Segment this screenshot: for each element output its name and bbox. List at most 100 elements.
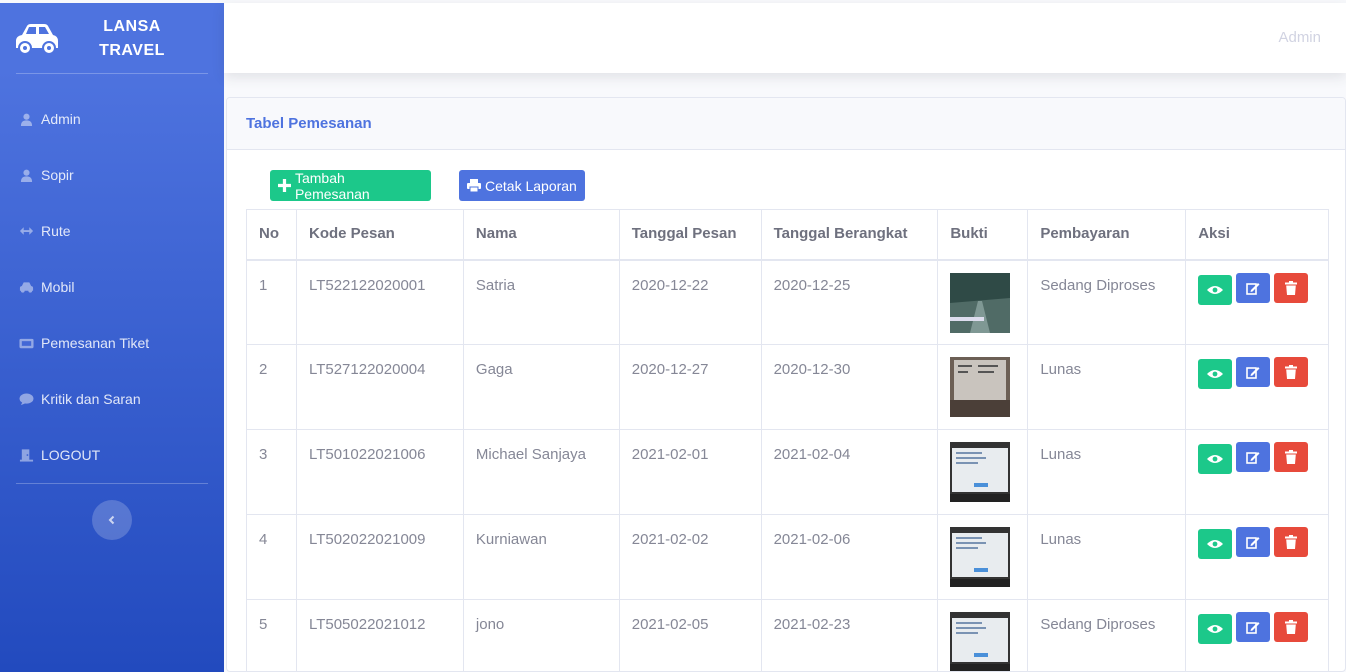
view-button[interactable] — [1198, 529, 1233, 559]
sidebar-item-mobil[interactable]: Mobil — [18, 275, 74, 299]
cell-no: 1 — [246, 259, 297, 345]
ticket-icon — [18, 336, 34, 350]
eye-icon — [1207, 285, 1224, 294]
payment-proof-thumbnail[interactable] — [950, 527, 1011, 587]
cell-bukti — [937, 344, 1029, 430]
sidebar-item-pemesanan-tiket[interactable]: Pemesanan Tiket — [18, 331, 149, 355]
delete-button[interactable] — [1274, 272, 1309, 303]
payment-proof-thumbnail[interactable] — [950, 612, 1011, 672]
column-header[interactable]: Tanggal Pesan — [618, 209, 762, 261]
cell-tanggal-pesan: 2021-02-02 — [618, 514, 762, 600]
cell-nama: Michael Sanjaya — [462, 429, 620, 515]
cell-tanggal-pesan: 2020-12-27 — [618, 344, 762, 430]
cell-nama: Satria — [462, 259, 620, 345]
cell-pembayaran: Sedang Diproses — [1027, 599, 1187, 671]
edit-icon — [1246, 537, 1260, 549]
cell-pembayaran: Lunas — [1027, 344, 1187, 430]
edit-button[interactable] — [1236, 272, 1271, 303]
add-booking-button[interactable]: Tambah Pemesanan — [270, 170, 431, 202]
cell-nama: Gaga — [462, 344, 620, 430]
eye-icon — [1207, 455, 1224, 463]
sidebar-item-sopir[interactable]: Sopir — [18, 163, 74, 187]
eye-icon — [1207, 370, 1224, 378]
sidebar-item-label: Kritik dan Saran — [41, 391, 141, 407]
delete-button[interactable] — [1274, 527, 1309, 557]
column-header[interactable]: No — [246, 209, 297, 261]
bookings-card: Tabel Pemesanan Tambah Pemesanan Cetak L… — [226, 97, 1346, 672]
cell-aksi — [1185, 429, 1329, 515]
sidebar-item-label: Rute — [41, 223, 71, 239]
sidebar: LANSA TRAVEL Admin Sopir Rute Mobil Peme… — [0, 3, 224, 672]
user-icon — [18, 112, 34, 126]
edit-button[interactable] — [1236, 442, 1271, 472]
card-title: Tabel Pemesanan — [246, 115, 372, 132]
column-header[interactable]: Aksi — [1185, 209, 1329, 261]
cell-kode: LT505022021012 — [295, 599, 464, 671]
door-icon — [18, 448, 34, 462]
brand-line-2: TRAVEL — [99, 42, 165, 59]
sidebar-item-logout[interactable]: LOGOUT — [18, 443, 100, 467]
view-button[interactable] — [1198, 359, 1233, 389]
sidebar-item-label: Pemesanan Tiket — [41, 335, 150, 351]
edit-button[interactable] — [1236, 357, 1271, 387]
edit-button[interactable] — [1236, 527, 1271, 557]
bookings-table: No Kode Pesan Nama Tanggal Pesan Tanggal… — [246, 209, 1329, 672]
sidebar-item-label: Sopir — [41, 167, 74, 183]
delete-button[interactable] — [1274, 442, 1309, 472]
cell-tanggal-pesan: 2020-12-22 — [618, 259, 762, 345]
cell-pembayaran: Sedang Diproses — [1027, 259, 1187, 345]
car-icon — [16, 24, 58, 55]
table-row: 2 LT527122020004 Gaga 2020-12-27 2020-12… — [246, 344, 1329, 430]
brand[interactable]: LANSA TRAVEL — [0, 3, 224, 76]
column-header[interactable]: Nama — [462, 209, 620, 261]
edit-button[interactable] — [1236, 612, 1271, 642]
payment-proof-thumbnail[interactable] — [950, 357, 1011, 417]
sidebar-divider — [16, 73, 208, 74]
sidebar-item-rute[interactable]: Rute — [18, 219, 71, 243]
print-icon — [467, 179, 481, 192]
sidebar-item-admin[interactable]: Admin — [18, 107, 81, 131]
delete-button[interactable] — [1274, 357, 1309, 387]
car-icon — [18, 280, 34, 294]
cell-pembayaran: Lunas — [1027, 514, 1187, 600]
column-header[interactable]: Pembayaran — [1027, 209, 1187, 261]
view-button[interactable] — [1198, 274, 1233, 305]
cell-aksi — [1185, 514, 1329, 600]
edit-icon — [1246, 367, 1260, 379]
column-header[interactable]: Tanggal Berangkat — [760, 209, 939, 261]
view-button[interactable] — [1198, 614, 1233, 644]
cell-tanggal-berangkat: 2021-02-23 — [760, 599, 939, 671]
cell-pembayaran: Lunas — [1027, 429, 1187, 515]
sidebar-item-kritik-saran[interactable]: Kritik dan Saran — [18, 387, 141, 411]
trash-icon — [1285, 280, 1298, 295]
cell-nama: jono — [462, 599, 620, 671]
card-header: Tabel Pemesanan — [227, 98, 1345, 150]
view-button[interactable] — [1198, 444, 1233, 474]
column-header[interactable]: Kode Pesan — [295, 209, 464, 261]
trash-icon — [1285, 620, 1298, 634]
user-name[interactable]: Admin — [1278, 29, 1321, 46]
cell-aksi — [1185, 599, 1329, 671]
eye-icon — [1207, 540, 1224, 548]
sidebar-toggle-button[interactable] — [92, 500, 132, 540]
brand-line-1: LANSA — [103, 18, 161, 35]
table-header-row: No Kode Pesan Nama Tanggal Pesan Tanggal… — [246, 209, 1329, 261]
trash-icon — [1285, 535, 1298, 549]
cell-tanggal-pesan: 2021-02-01 — [618, 429, 762, 515]
cell-bukti — [937, 514, 1029, 600]
payment-proof-thumbnail[interactable] — [950, 272, 1011, 333]
print-report-button[interactable]: Cetak Laporan — [459, 170, 585, 201]
delete-button[interactable] — [1274, 612, 1309, 642]
plus-icon — [278, 179, 291, 192]
cell-kode: LT527122020004 — [295, 344, 464, 430]
cell-tanggal-berangkat: 2020-12-30 — [760, 344, 939, 430]
table-row: 1 LT522122020001 Satria 2020-12-22 2020-… — [246, 259, 1329, 345]
column-header[interactable]: Bukti — [937, 209, 1029, 261]
table-row: 3 LT501022021006 Michael Sanjaya 2021-02… — [246, 429, 1329, 515]
cell-no: 2 — [246, 344, 297, 430]
cell-bukti — [937, 259, 1029, 345]
payment-proof-thumbnail[interactable] — [950, 442, 1011, 502]
cell-kode: LT502022021009 — [295, 514, 464, 600]
edit-icon — [1246, 452, 1260, 464]
edit-icon — [1246, 282, 1260, 295]
